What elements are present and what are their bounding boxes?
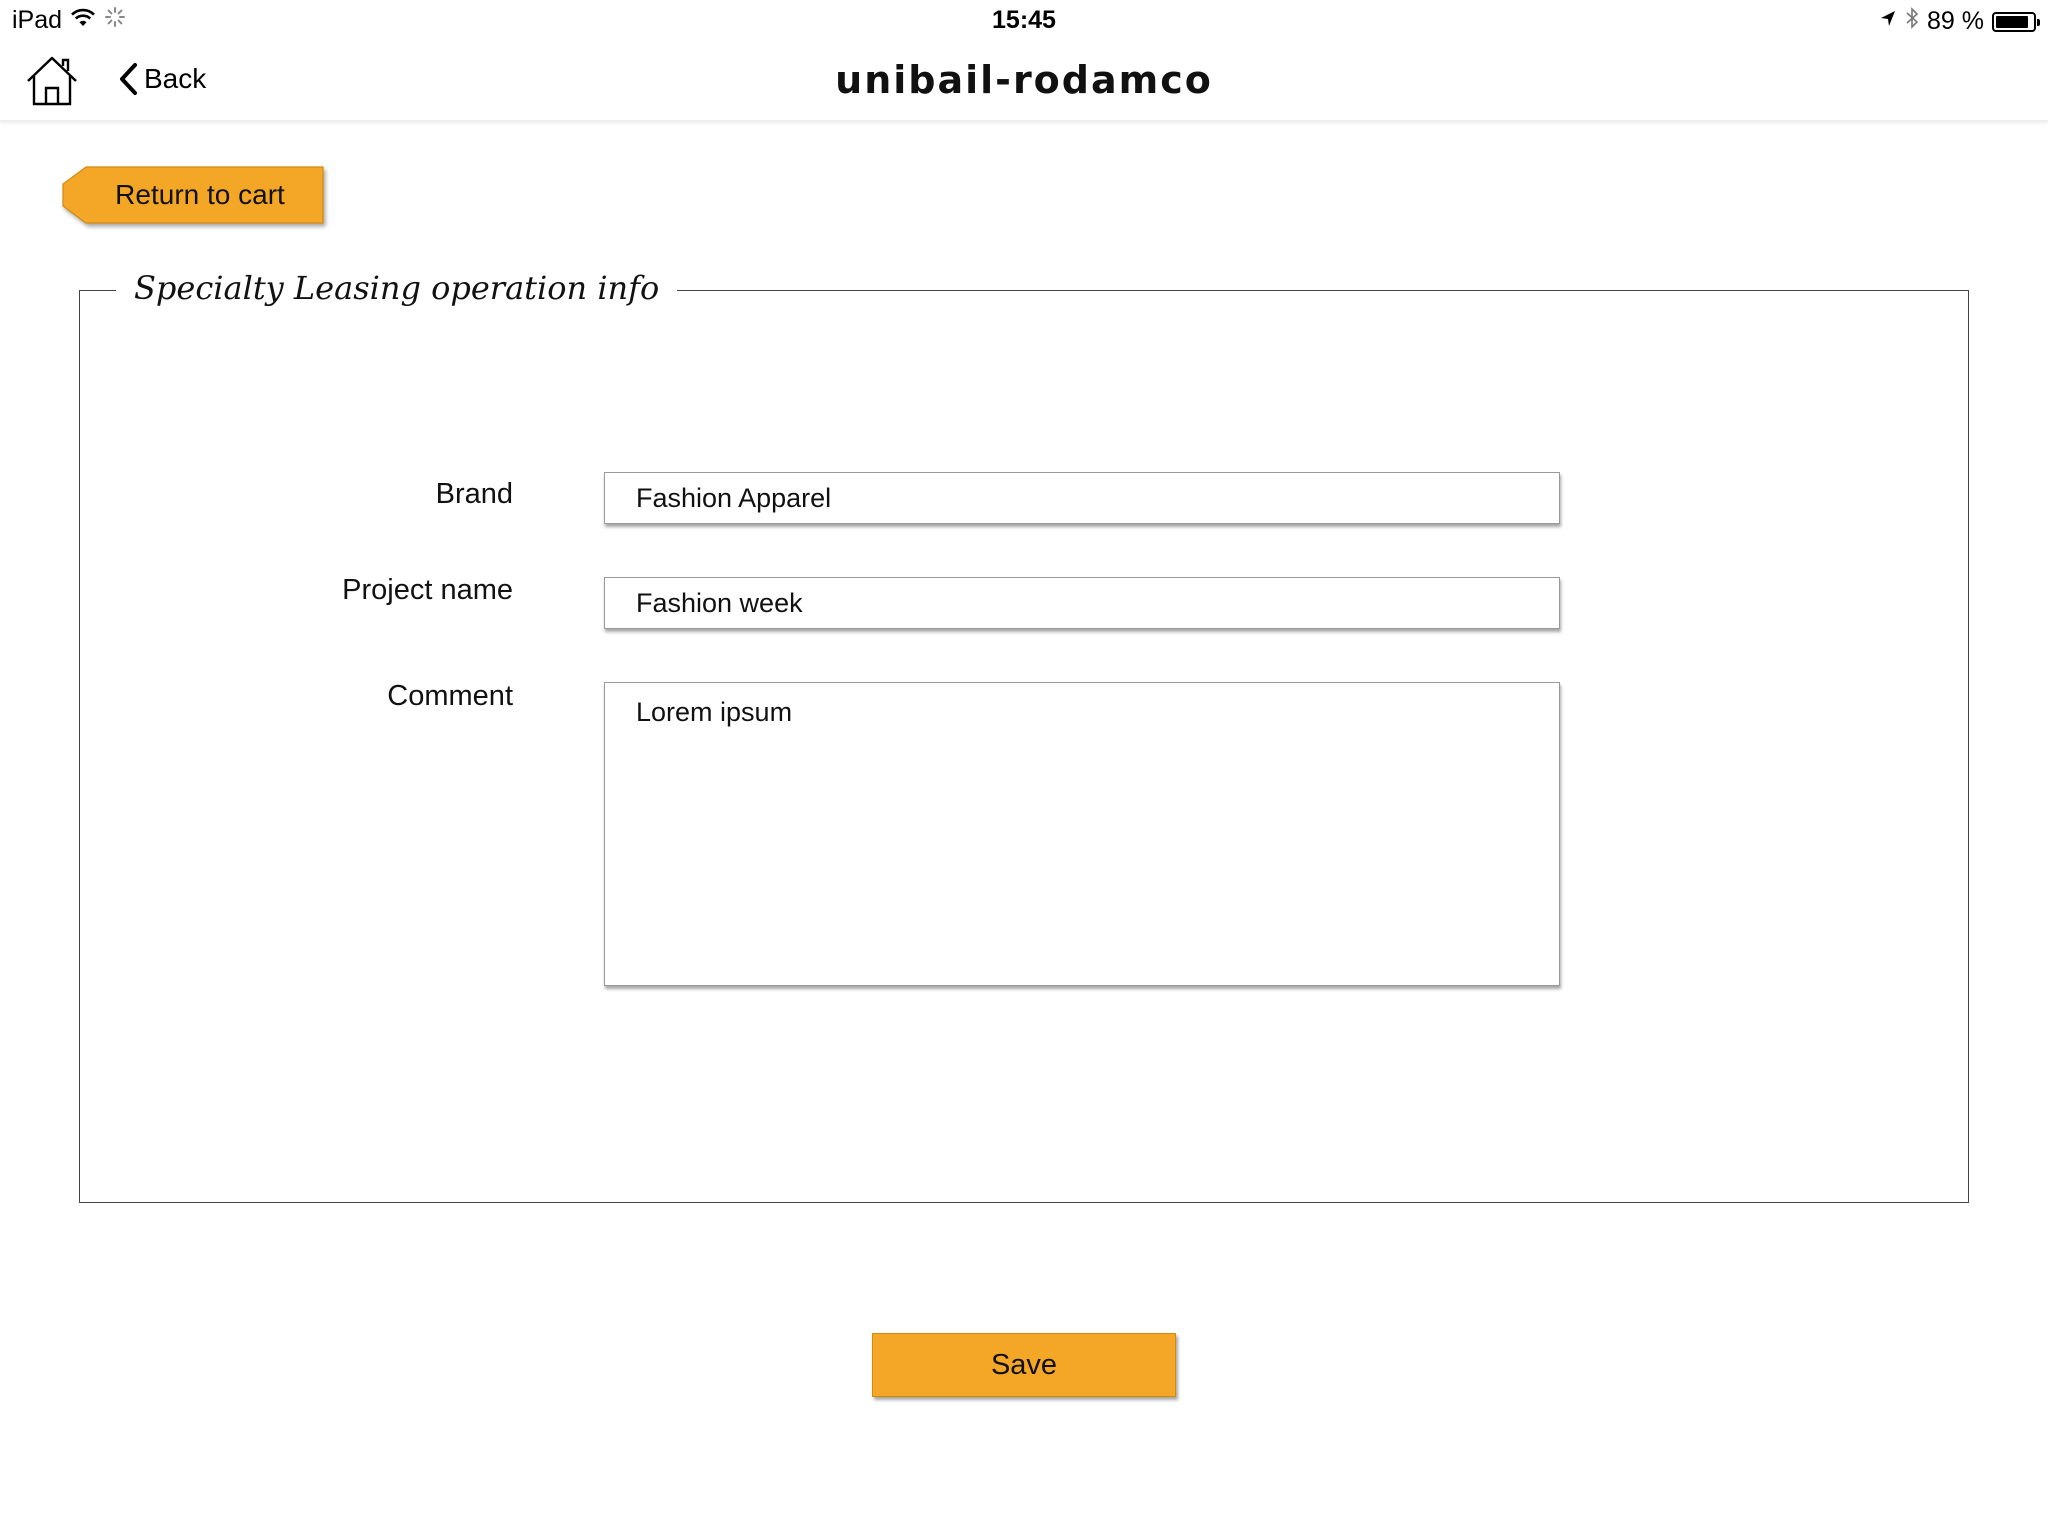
project-name-label: Project name [342,574,513,606]
status-right: 89 % [1879,6,2040,37]
comment-textarea[interactable]: Lorem ipsum [604,682,1560,986]
status-bar: iPad 15:45 89 % [0,0,2048,40]
app-screen: iPad 15:45 89 % Back unibail-rodamco Ret… [0,0,2048,1536]
section-legend: Specialty Leasing operation info [116,262,678,314]
save-button[interactable]: Save [872,1333,1176,1397]
status-time: 15:45 [992,6,1056,34]
navigation-bar: Back unibail-rodamco [0,40,2048,121]
location-arrow-icon [1879,7,1897,36]
brand-label: Brand [435,478,513,510]
return-to-cart-label: Return to cart [115,179,285,210]
battery-fill [1996,15,2028,28]
comment-label: Comment [387,680,513,712]
bluetooth-icon [1905,6,1919,37]
battery-icon [1992,11,2040,32]
return-to-cart-button[interactable]: Return to cart [62,166,324,224]
project-name-input[interactable] [604,577,1560,629]
brand-input[interactable] [604,472,1560,524]
save-label: Save [990,1348,1058,1381]
page-title: unibail-rodamco [835,58,1213,102]
battery-percent: 89 % [1927,7,1984,35]
battery-nub [2037,18,2040,26]
